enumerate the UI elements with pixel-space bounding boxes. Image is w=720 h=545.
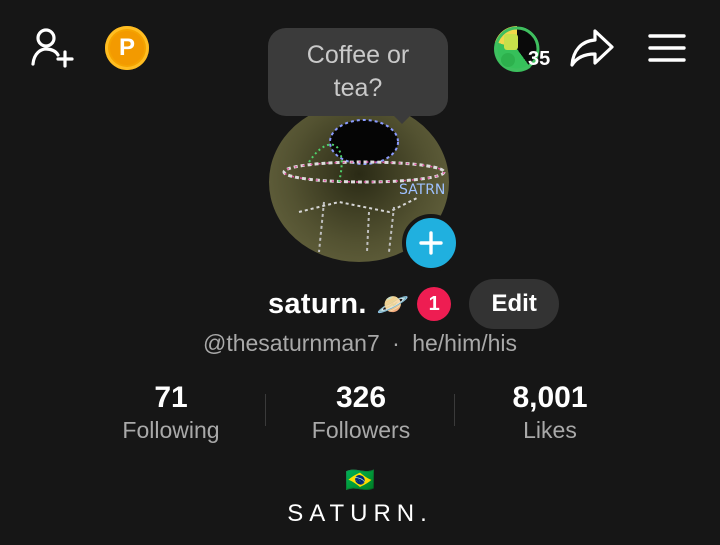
tooltip-text: Coffee or tea? xyxy=(306,41,410,102)
handle-row: @thesaturnman7 · he/him/his xyxy=(0,330,720,357)
notification-badge[interactable]: 1 xyxy=(417,287,452,321)
following-label: Following xyxy=(122,417,220,443)
stats-divider xyxy=(265,394,266,426)
share-icon[interactable] xyxy=(566,24,618,72)
add-story-button[interactable] xyxy=(402,214,460,272)
coin-letter: P xyxy=(110,31,144,65)
stat-likes[interactable]: 8,001 Likes xyxy=(470,380,630,444)
svg-text:SATRN: SATRN xyxy=(399,182,445,198)
bio-text: SATURN. xyxy=(287,500,433,527)
menu-icon[interactable] xyxy=(646,30,688,66)
likes-count: 8,001 xyxy=(512,381,588,414)
edit-profile-button[interactable]: Edit xyxy=(469,279,560,329)
brazil-flag-icon: 🇧🇷 xyxy=(345,467,375,494)
stat-followers[interactable]: 326 Followers xyxy=(281,380,441,444)
coin-icon[interactable]: P xyxy=(105,26,149,70)
followers-label: Followers xyxy=(311,417,411,443)
story-count: 35 xyxy=(528,48,551,70)
pronouns: he/him/his xyxy=(412,330,518,356)
tooltip-bubble[interactable]: Coffee or tea? xyxy=(268,28,448,116)
username-handle: @thesaturnman7 xyxy=(202,330,380,356)
planet-emoji: 🪐 xyxy=(376,288,410,319)
display-name: saturn. xyxy=(268,287,367,320)
add-friend-icon[interactable] xyxy=(28,26,76,70)
followers-count: 326 xyxy=(335,381,387,414)
stats-divider xyxy=(454,394,455,426)
likes-label: Likes xyxy=(523,417,577,443)
following-count: 71 xyxy=(154,381,188,414)
separator-dot: · xyxy=(392,330,400,356)
name-row: saturn. 🪐 1 Edit xyxy=(268,279,560,329)
stat-following[interactable]: 71 Following xyxy=(91,380,251,444)
plus-icon xyxy=(419,231,443,255)
tooltip-tail xyxy=(392,114,412,124)
